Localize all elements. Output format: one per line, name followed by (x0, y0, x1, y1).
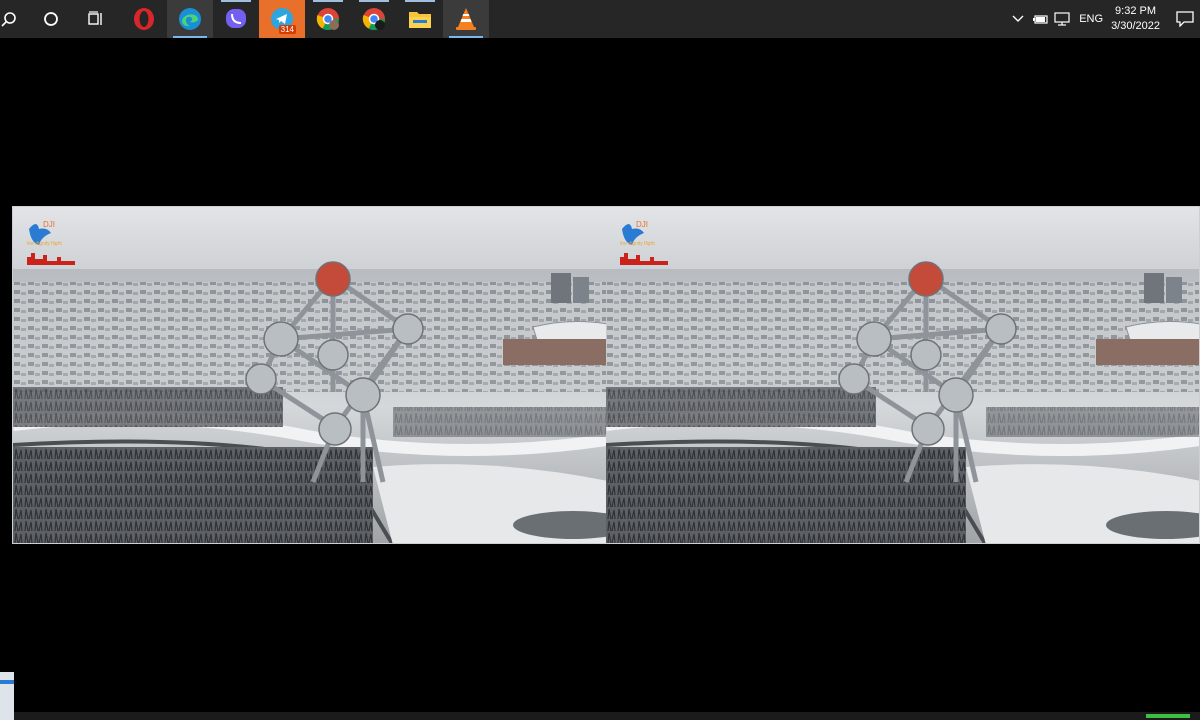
svg-text:DJI: DJI (636, 220, 648, 229)
video-panel-right: DJI the dignity flight (606, 207, 1199, 543)
notification-badge: 314 (278, 25, 296, 34)
cortana-button[interactable] (28, 0, 74, 38)
search-icon (1, 12, 16, 27)
clock-time: 9:32 PM (1115, 5, 1157, 17)
show-hidden-icons-button[interactable] (1007, 15, 1029, 23)
background-window-edge[interactable] (0, 672, 14, 720)
task-view-icon (88, 11, 102, 25)
cortana-icon (44, 12, 58, 26)
network-button[interactable] (1051, 12, 1073, 26)
chrome-profile-2-button[interactable] (351, 0, 397, 38)
chrome-profile-1-button[interactable] (305, 0, 351, 38)
clock-date: 3/30/2022 (1111, 20, 1160, 32)
viber-icon (226, 9, 246, 28)
video-scene: DJI the dignity flight (13, 207, 606, 543)
chrome-icon (362, 8, 385, 30)
chevron-up-icon (1012, 15, 1024, 22)
clock[interactable]: 9:32 PM 3/30/2022 (1111, 4, 1160, 34)
notification-icon (1176, 11, 1194, 27)
vlc-icon (456, 8, 476, 30)
edge-icon (179, 8, 201, 30)
folder-icon (409, 12, 431, 28)
svg-text:the dignity flight: the dignity flight (27, 241, 62, 247)
language-indicator[interactable]: ENG (1079, 13, 1103, 25)
edge-button[interactable] (167, 0, 213, 38)
video-scene: DJI the dignity flight (606, 207, 1199, 543)
opera-icon (134, 8, 154, 30)
chrome-icon (316, 8, 339, 30)
task-view-button[interactable] (73, 0, 119, 38)
file-explorer-button[interactable] (397, 0, 443, 38)
media-control-bar (14, 712, 1200, 720)
action-center-button[interactable] (1170, 11, 1200, 27)
svg-text:the dignity flight: the dignity flight (620, 241, 655, 247)
svg-text:DJI: DJI (43, 220, 55, 229)
viber-button[interactable] (213, 0, 259, 38)
vlc-button[interactable] (443, 0, 489, 38)
battery-button[interactable] (1029, 13, 1051, 25)
network-icon (1054, 12, 1070, 26)
battery-icon (1033, 15, 1048, 24)
video-frame[interactable]: DJI the dignity flight DJI the dignity f… (12, 206, 1200, 544)
system-tray: ENG 9:32 PM 3/30/2022 (1007, 0, 1200, 38)
volume-indicator[interactable] (1146, 714, 1190, 718)
telegram-button[interactable]: 314 (259, 0, 305, 38)
opera-button[interactable] (121, 0, 167, 38)
video-panel-left: DJI the dignity flight (13, 207, 606, 543)
taskbar: 314 ENG 9:32 PM 3/30/2022 (0, 0, 1200, 38)
